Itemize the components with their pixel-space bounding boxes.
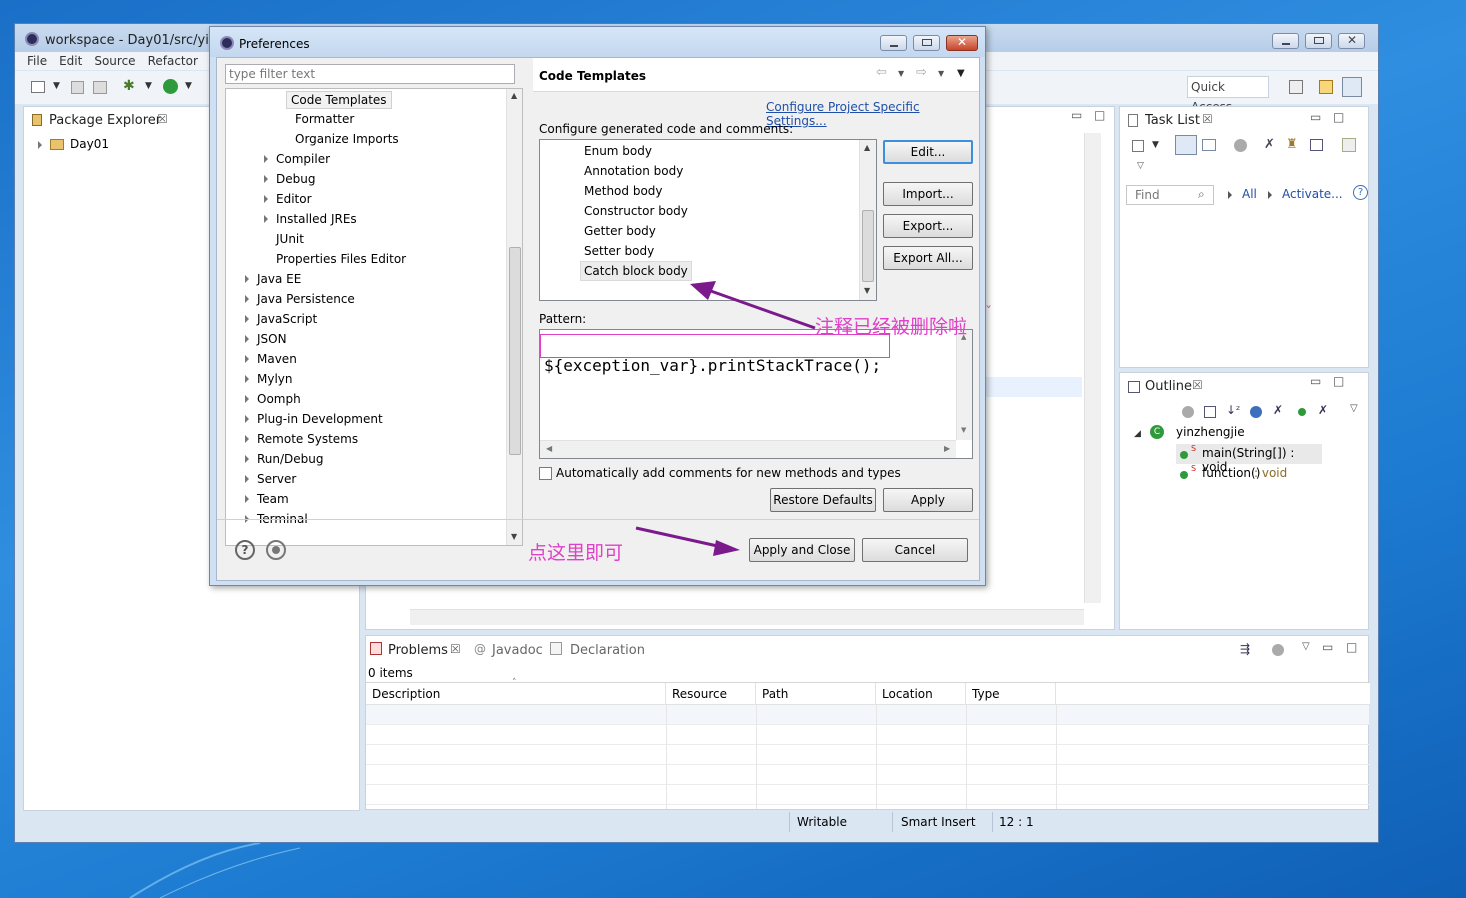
desktop-swoosh (129, 843, 301, 898)
arrow-head-apply-close (713, 540, 740, 556)
arrow-to-catch-block (707, 288, 816, 330)
annotation-arrows (635, 281, 816, 556)
arrow-to-apply-close (635, 526, 723, 549)
